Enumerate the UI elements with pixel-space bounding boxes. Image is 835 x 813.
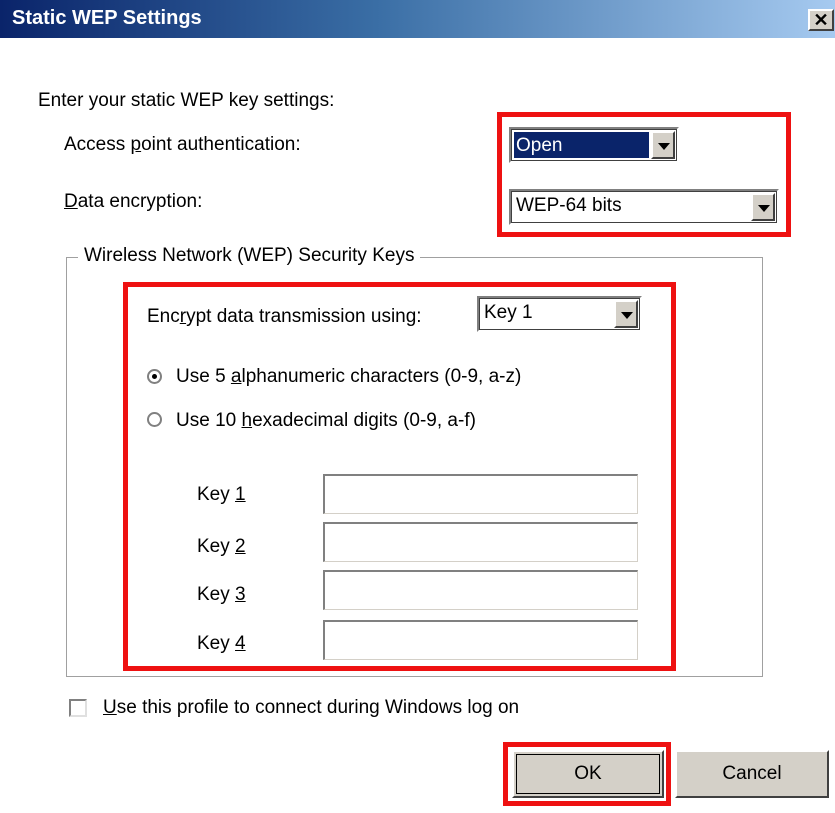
intro-text: Enter your static WEP key settings: xyxy=(38,90,335,111)
highlight-box xyxy=(497,112,791,237)
logon-checkbox-label[interactable]: Use this profile to connect during Windo… xyxy=(103,697,519,719)
title-bar: Static WEP Settings ✕ xyxy=(0,0,835,38)
close-button[interactable]: ✕ xyxy=(808,9,834,31)
close-icon: ✕ xyxy=(813,10,829,30)
encryption-label: Data encryption: xyxy=(64,191,203,212)
cancel-button[interactable]: Cancel xyxy=(675,750,829,798)
highlight-box xyxy=(123,282,676,671)
auth-label: Access point authentication: xyxy=(64,134,301,155)
group-legend: Wireless Network (WEP) Security Keys xyxy=(78,245,421,267)
window-title: Static WEP Settings xyxy=(12,7,202,29)
highlight-box xyxy=(503,742,671,806)
logon-checkbox[interactable] xyxy=(69,699,87,717)
